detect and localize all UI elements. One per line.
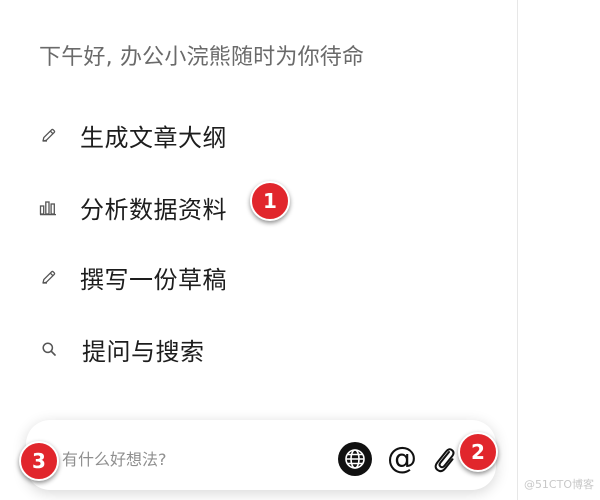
annotation-badge-1: 1 — [250, 181, 290, 221]
assistant-panel: 下午好, 办公小浣熊随时为你待命 生成文章大纲 分析数据资料 撰写一份草稿 提问… — [0, 0, 600, 500]
mention-button[interactable]: @ — [384, 440, 420, 476]
globe-icon — [343, 447, 367, 471]
suggestion-label: 撰写一份草稿 — [80, 265, 227, 294]
suggestion-ask-search[interactable]: 提问与搜索 — [36, 329, 205, 369]
watermark: @51CTO博客 — [523, 478, 594, 491]
search-icon — [36, 336, 62, 362]
greeting-text: 下午好, 办公小浣熊随时为你待命 — [39, 45, 365, 70]
bar-chart-icon — [36, 194, 62, 220]
suggestion-analyze-data[interactable]: 分析数据资料 — [36, 187, 227, 227]
suggestion-label: 提问与搜索 — [82, 337, 205, 366]
paperclip-icon — [431, 443, 457, 473]
pencil-icon — [36, 122, 62, 148]
chat-input[interactable] — [62, 447, 322, 471]
web-search-button[interactable] — [338, 442, 372, 476]
at-icon: @ — [387, 440, 417, 476]
suggestion-label: 生成文章大纲 — [80, 123, 227, 152]
pencil-icon — [36, 264, 62, 290]
suggestion-write-draft[interactable]: 撰写一份草稿 — [36, 257, 227, 297]
annotation-badge-3: 3 — [19, 441, 59, 481]
panel-divider — [517, 0, 518, 500]
suggestion-generate-outline[interactable]: 生成文章大纲 — [36, 115, 227, 155]
attach-file-button[interactable] — [428, 440, 460, 476]
annotation-badge-2: 2 — [458, 432, 498, 472]
suggestion-label: 分析数据资料 — [80, 195, 227, 224]
